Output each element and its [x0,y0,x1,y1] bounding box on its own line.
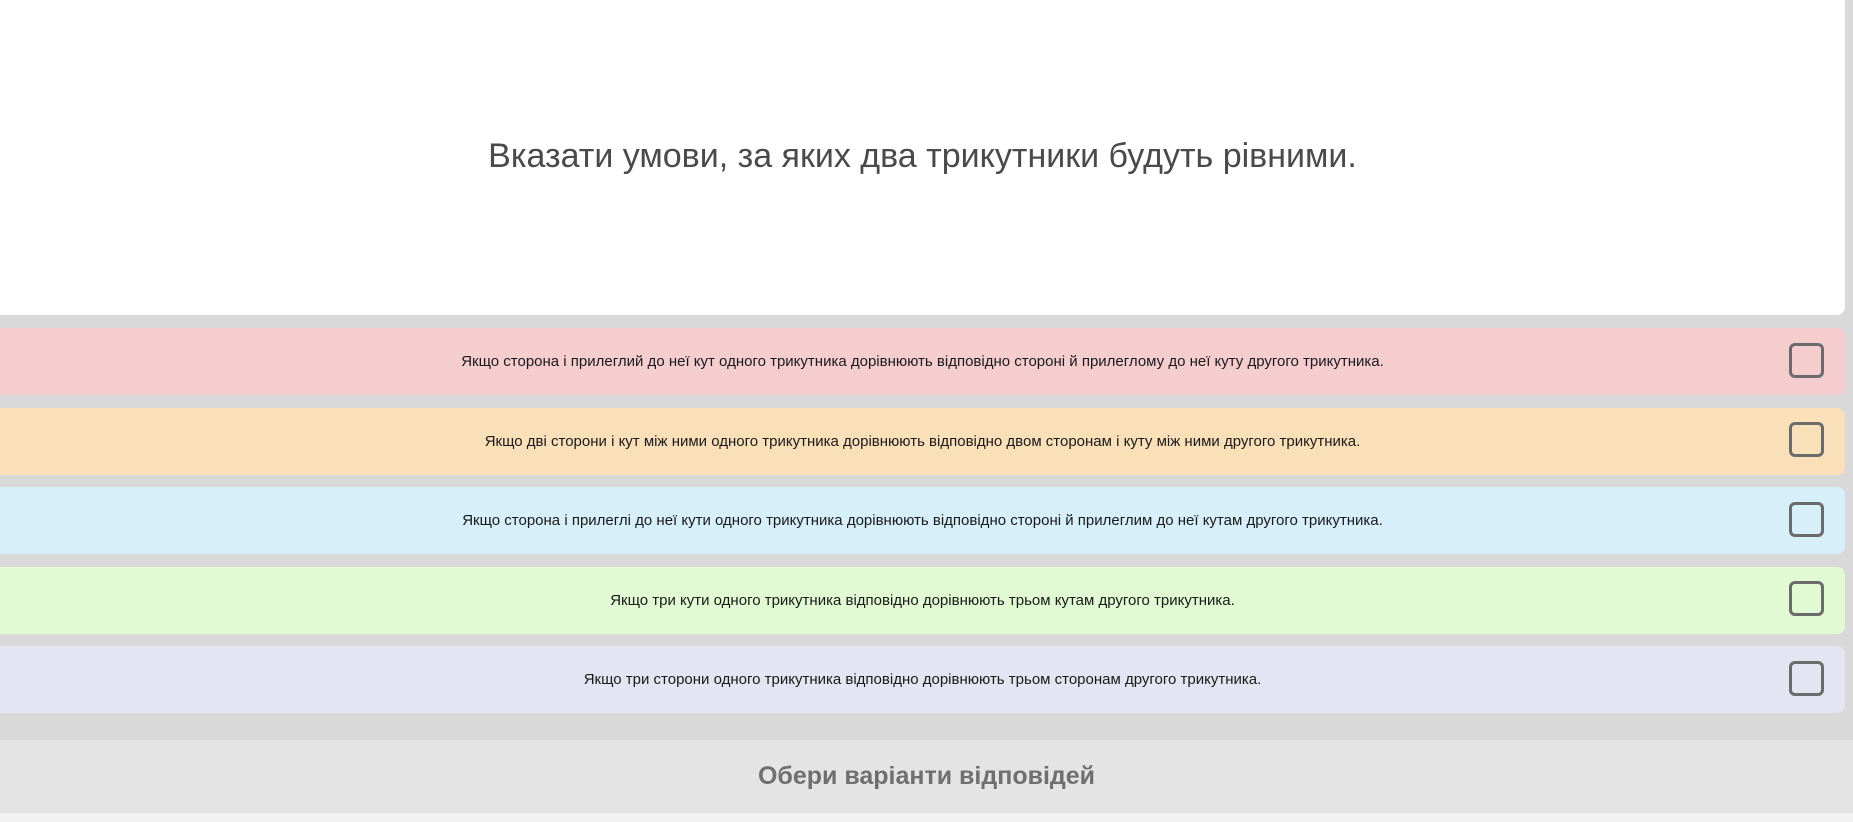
answer-option[interactable]: Якщо три сторони одного трикутника відпо… [0,646,1845,713]
bottom-divider [0,813,1853,822]
answer-option-label: Якщо сторона і прилеглі до неї кути одно… [462,512,1383,529]
answer-option-label: Якщо сторона і прилеглий до неї кут одно… [461,353,1384,370]
answer-option-label: Якщо три сторони одного трикутника відпо… [583,671,1262,688]
checkbox-icon[interactable] [1789,422,1824,457]
answer-options-list: Якщо сторона і прилеглий до неї кут одно… [0,328,1845,726]
question-text: Вказати умови, за яких два трикутники бу… [488,137,1357,175]
answer-prompt-bar: Обери варіанти відповідей [0,740,1853,813]
checkbox-icon[interactable] [1789,581,1824,616]
answer-option[interactable]: Якщо сторона і прилеглі до неї кути одно… [0,487,1845,554]
answer-option[interactable]: Якщо три кути одного трикутника відповід… [0,566,1845,634]
checkbox-icon[interactable] [1789,342,1824,378]
question-card: Вказати умови, за яких два трикутники бу… [0,0,1845,315]
answer-option[interactable]: Якщо дві сторони і кут між ними одного т… [0,407,1845,475]
answer-option-label: Якщо три кути одного трикутника відповід… [610,591,1235,609]
answer-option-label: Якщо дві сторони і кут між ними одного т… [484,432,1361,450]
answer-option[interactable]: Якщо сторона і прилеглий до неї кут одно… [0,328,1845,395]
checkbox-icon[interactable] [1789,501,1824,537]
checkbox-icon[interactable] [1789,660,1824,696]
quiz-page: Вказати умови, за яких два трикутники бу… [0,0,1853,822]
answer-prompt-text: Обери варіанти відповідей [757,762,1096,790]
